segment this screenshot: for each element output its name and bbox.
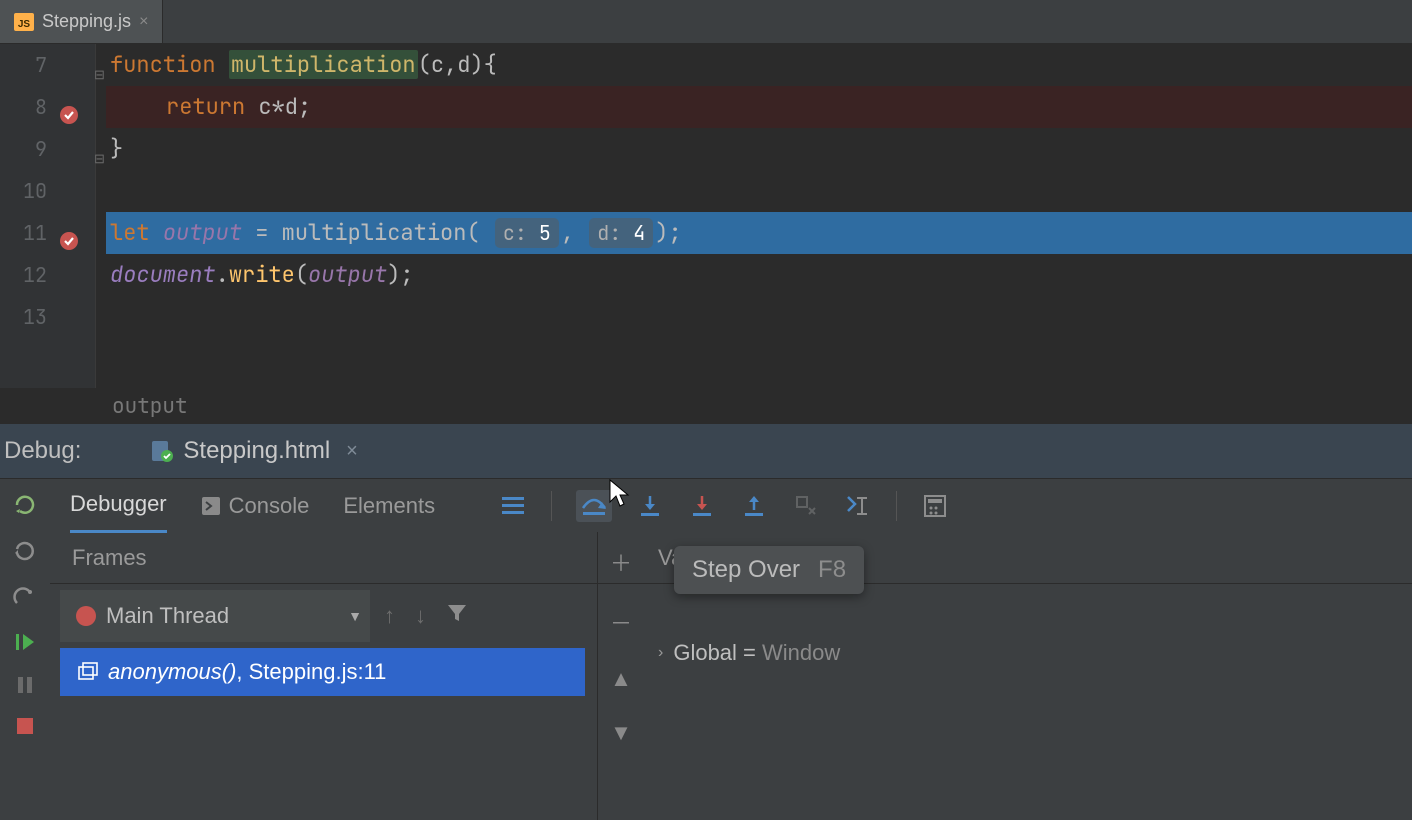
chevron-down-icon: ▼ bbox=[348, 608, 362, 624]
breakpoint-icon[interactable] bbox=[59, 223, 79, 243]
step-into-icon[interactable] bbox=[636, 492, 664, 520]
code-line[interactable]: function multiplication(c,d){ bbox=[106, 44, 1412, 86]
frame-icon bbox=[78, 662, 98, 682]
inline-var-hint: output bbox=[0, 388, 1412, 424]
fold-close-icon[interactable]: ⊟ bbox=[94, 138, 105, 180]
run-to-cursor-icon[interactable] bbox=[844, 492, 872, 520]
frame-down-icon[interactable]: ↓ bbox=[415, 603, 426, 629]
frame-up-icon[interactable]: ↑ bbox=[384, 603, 395, 629]
debug-side-toolbar bbox=[0, 479, 50, 532]
thread-selector[interactable]: Main Thread ▼ bbox=[60, 590, 370, 642]
frames-title: Frames bbox=[50, 532, 597, 584]
chevron-right-icon: › bbox=[658, 644, 663, 662]
stack-frame[interactable]: anonymous(), Stepping.js:11 bbox=[60, 648, 585, 696]
mouse-cursor-icon bbox=[608, 478, 634, 508]
frames-panel: Frames Main Thread ▼ ↑ ↓ anonymous(), St… bbox=[50, 532, 598, 820]
variable-row[interactable]: › Global = Window bbox=[598, 632, 1412, 674]
drop-frame-icon[interactable] bbox=[792, 492, 820, 520]
gutter-line[interactable]: 9 bbox=[0, 128, 95, 170]
param-hint: d: 4 bbox=[589, 218, 653, 248]
close-icon[interactable]: × bbox=[346, 440, 358, 463]
close-tab-icon[interactable]: × bbox=[139, 13, 148, 31]
gutter-line[interactable]: 11 bbox=[0, 212, 95, 254]
code-editor[interactable]: 7 8 9 10 11 12 13 ⊟ ⊟ function multiplic… bbox=[0, 44, 1412, 388]
tooltip-label: Step Over bbox=[692, 556, 800, 584]
thread-name: Main Thread bbox=[106, 603, 338, 629]
file-tab-name: Stepping.js bbox=[42, 11, 131, 32]
console-icon bbox=[201, 496, 221, 516]
breakpoint-icon[interactable] bbox=[59, 97, 79, 117]
code-line-current[interactable]: let output = multiplication( c: 5, d: 4)… bbox=[106, 212, 1412, 254]
elements-tab[interactable]: Elements bbox=[343, 479, 435, 533]
fold-open-icon[interactable]: ⊟ bbox=[94, 54, 105, 96]
gutter-line[interactable]: 12 bbox=[0, 254, 95, 296]
force-step-into-icon[interactable] bbox=[688, 492, 716, 520]
file-tab-stepping-js[interactable]: JS Stepping.js × bbox=[0, 0, 163, 43]
evaluate-icon[interactable] bbox=[921, 492, 949, 520]
step-over-icon[interactable] bbox=[576, 490, 612, 522]
gutter-line[interactable]: 8 bbox=[0, 86, 95, 128]
move-down-icon[interactable]: ▼ bbox=[610, 720, 632, 746]
debugger-tab[interactable]: Debugger bbox=[70, 479, 167, 533]
step-out-icon[interactable] bbox=[740, 492, 768, 520]
tooltip-shortcut: F8 bbox=[818, 556, 846, 584]
thread-status-icon bbox=[76, 606, 96, 626]
debug-body: Frames Main Thread ▼ ↑ ↓ anonymous(), St… bbox=[0, 532, 1412, 820]
console-tab[interactable]: Console bbox=[201, 479, 310, 533]
debug-config-name: Stepping.html bbox=[183, 437, 330, 465]
code-line[interactable] bbox=[106, 170, 1412, 212]
debug-config-tab[interactable]: Stepping.html × bbox=[151, 437, 357, 465]
code-column: function multiplication(c,d){ return c*d… bbox=[96, 44, 1412, 388]
param-hint: c: 5 bbox=[495, 218, 559, 248]
file-tab-bar: JS Stepping.js × bbox=[0, 0, 1412, 44]
debug-tabs: Debugger Console Elements bbox=[50, 479, 1412, 532]
remove-watch-icon[interactable]: － bbox=[610, 606, 632, 638]
add-watch-icon[interactable]: ＋ bbox=[610, 546, 632, 578]
debug-label: Debug: bbox=[0, 437, 81, 465]
move-up-icon[interactable]: ▲ bbox=[610, 666, 632, 692]
variables-toolbar: ＋ － ▲ ▼ bbox=[610, 546, 632, 746]
debug-panel-header: Debug: Stepping.html × bbox=[0, 424, 1412, 478]
debug-step-actions bbox=[469, 490, 949, 522]
code-line[interactable] bbox=[106, 296, 1412, 338]
code-line[interactable]: return c*d; bbox=[106, 86, 1412, 128]
threads-icon[interactable] bbox=[499, 492, 527, 520]
gutter-line[interactable]: 7 bbox=[0, 44, 95, 86]
debug-toolbar: Debugger Console Elements bbox=[0, 478, 1412, 532]
variables-panel: ＋ － ▲ ▼ Variables Step Over F8 › Global … bbox=[598, 532, 1412, 820]
gutter-line[interactable]: 13 bbox=[0, 296, 95, 338]
rerun-icon[interactable] bbox=[12, 493, 38, 517]
editor-gutter: 7 8 9 10 11 12 13 bbox=[0, 44, 96, 388]
filter-icon[interactable] bbox=[446, 602, 468, 630]
step-over-tooltip: Step Over F8 bbox=[674, 546, 864, 594]
html-file-icon bbox=[151, 440, 173, 462]
gutter-line[interactable]: 10 bbox=[0, 170, 95, 212]
code-line[interactable]: } bbox=[106, 128, 1412, 170]
js-file-icon: JS bbox=[14, 13, 34, 31]
code-line[interactable]: document.write(output); bbox=[106, 254, 1412, 296]
